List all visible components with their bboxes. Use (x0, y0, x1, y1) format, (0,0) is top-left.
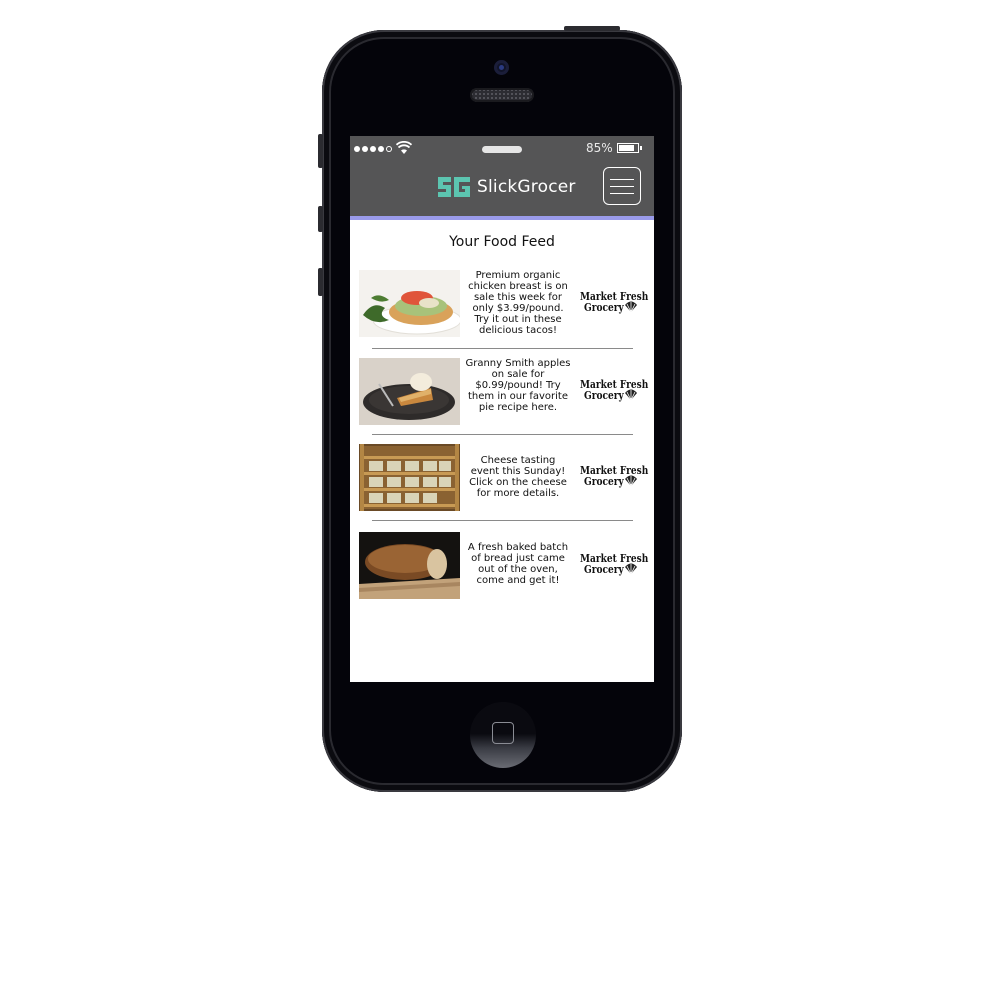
status-bar: 85% (350, 136, 654, 162)
battery-icon (617, 143, 642, 153)
home-square-icon (492, 722, 514, 744)
feed-divider (372, 348, 633, 349)
front-camera (494, 60, 509, 75)
power-button (564, 26, 620, 31)
feed-divider (372, 520, 633, 521)
earpiece-speaker (470, 88, 534, 102)
app-header: SlickGrocer (350, 162, 654, 220)
menu-button[interactable] (603, 167, 641, 205)
volume-up-button (318, 206, 323, 232)
signal-strength-icon (354, 146, 392, 152)
store-name-line2: Grocery (584, 301, 624, 314)
feed-item-description: Cheese tasting event this Sunday! Click … (469, 455, 567, 499)
feed-item-description: A fresh baked batch of bread just came o… (467, 542, 569, 586)
page-title: Your Food Feed (449, 234, 555, 250)
side-switch (318, 134, 323, 168)
battery-percent: 85% (586, 141, 613, 155)
chicken-taco-photo[interactable] (359, 270, 460, 337)
store-logo[interactable]: Market Fresh Grocery (577, 464, 648, 492)
feed-item-description: Granny Smith apples on sale for $0.99/po… (465, 358, 571, 413)
feed-item-description: Premium organic chicken breast is on sal… (468, 270, 568, 336)
wifi-icon (396, 141, 412, 154)
store-name-line2: Grocery (584, 389, 624, 402)
phone-screen: 85% SlickGrocer Your Food Feed Premium o… (350, 136, 654, 682)
feed-item: Granny Smith apples on sale for $0.99/po… (359, 358, 649, 426)
cheese-shelf-photo[interactable] (359, 444, 460, 511)
brand-name[interactable]: SlickGrocer (477, 177, 576, 197)
shell-icon (625, 563, 637, 575)
feed-divider (372, 434, 633, 435)
sg-logo-icon[interactable] (436, 175, 472, 199)
store-logo[interactable]: Market Fresh Grocery (577, 290, 648, 318)
store-name-line2: Grocery (584, 475, 624, 488)
volume-down-button (318, 268, 323, 296)
feed-item: Premium organic chicken breast is on sal… (359, 270, 649, 338)
apple-pie-photo[interactable] (359, 358, 460, 425)
store-name-line2: Grocery (584, 563, 624, 576)
shell-icon (625, 389, 637, 401)
shell-icon (625, 475, 637, 487)
home-button[interactable] (470, 702, 536, 768)
bread-loaf-photo[interactable] (359, 532, 460, 599)
feed-item: A fresh baked batch of bread just came o… (359, 532, 649, 600)
feed-item: Cheese tasting event this Sunday! Click … (359, 444, 649, 512)
shell-icon (625, 301, 637, 313)
store-logo[interactable]: Market Fresh Grocery (577, 552, 648, 580)
store-logo[interactable]: Market Fresh Grocery (577, 378, 648, 406)
status-pill (482, 146, 522, 153)
